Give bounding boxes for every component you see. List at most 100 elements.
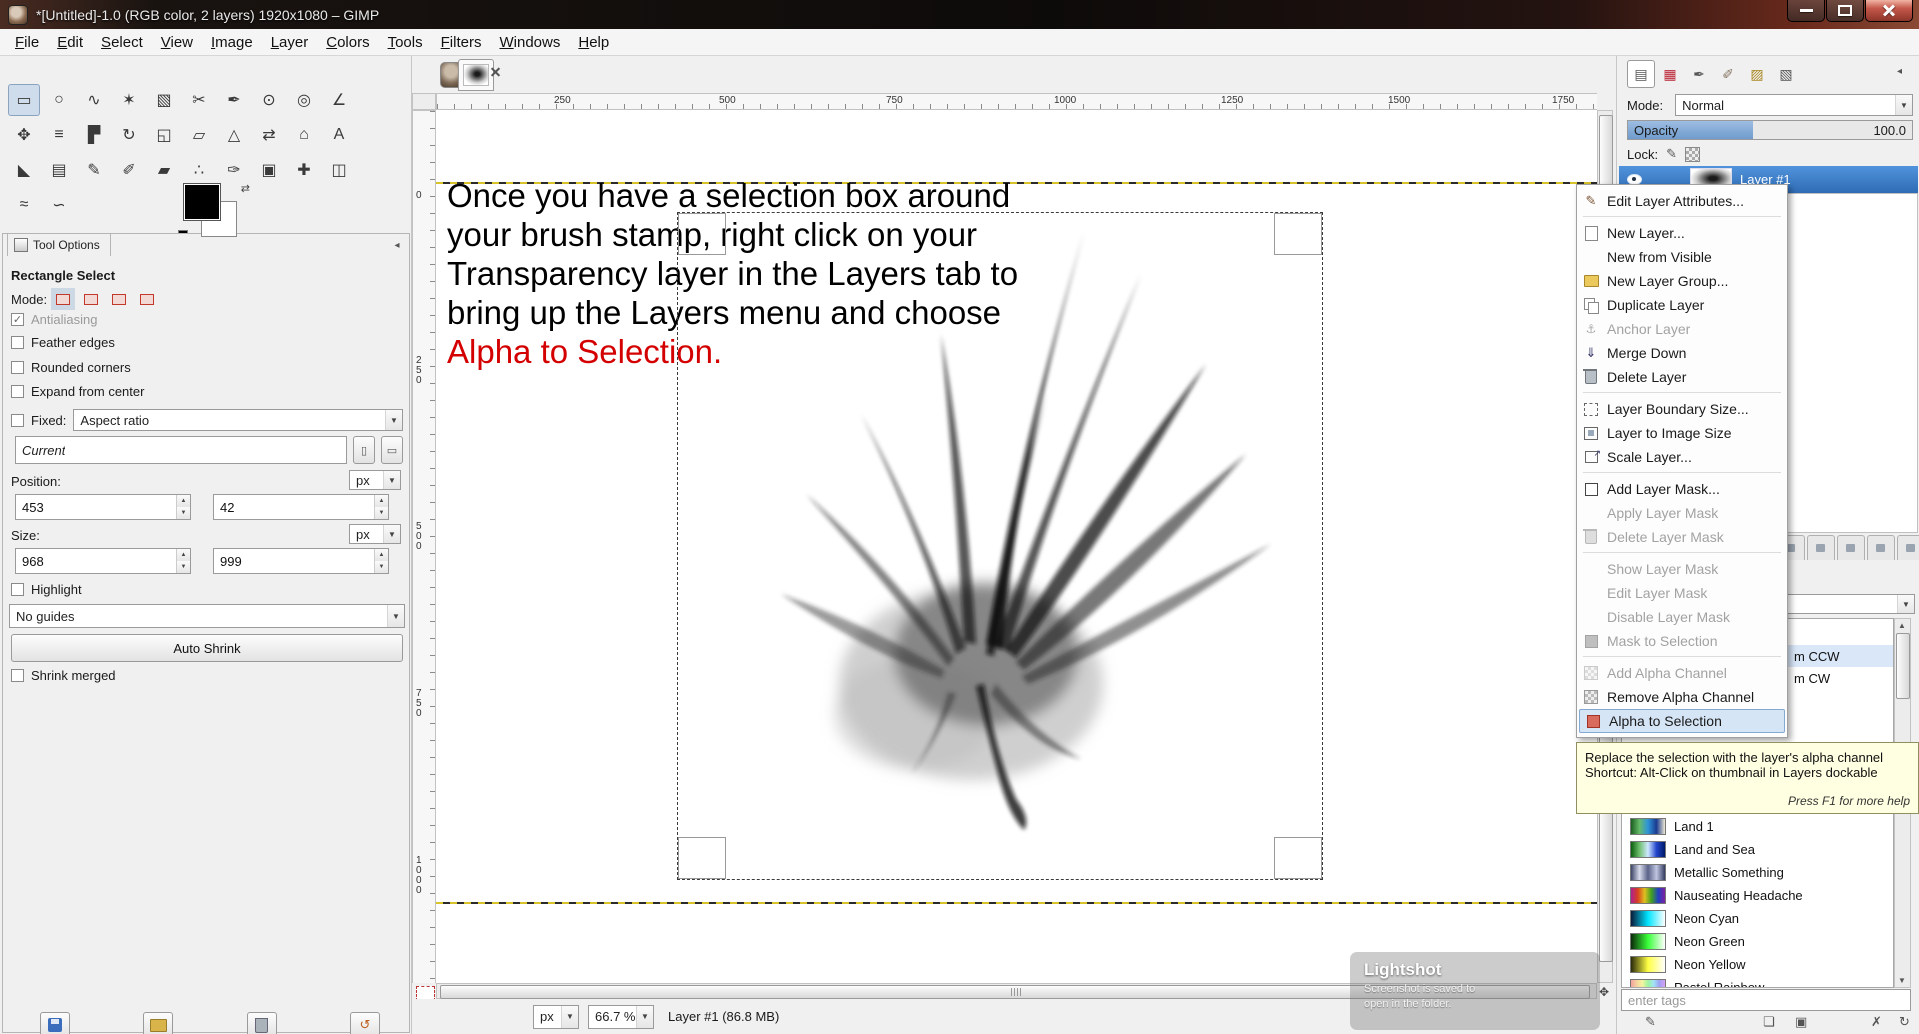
delete-gradient-icon[interactable]: ✗: [1871, 1014, 1882, 1030]
gradient-row[interactable]: Land and Sea: [1622, 838, 1893, 860]
menu-item-alpha-to-selection[interactable]: Alpha to Selection: [1579, 709, 1785, 733]
size-height-spinner[interactable]: 999 ▲ ▼: [213, 548, 389, 574]
highlight-checkbox[interactable]: [11, 583, 24, 596]
tool-cage-transform[interactable]: ⌂: [288, 119, 320, 151]
aspect-ratio-input[interactable]: Current: [15, 436, 347, 464]
menu-item-layer-boundary-size[interactable]: Layer Boundary Size...: [1577, 397, 1787, 421]
rounded-corners-checkbox[interactable]: [11, 361, 24, 374]
position-unit-dropdown[interactable]: px ▼: [349, 470, 401, 490]
spinner-arrows-icon[interactable]: ▲ ▼: [374, 495, 388, 519]
tool-paintbrush[interactable]: ✐: [113, 154, 145, 186]
feather-edges-checkbox[interactable]: [11, 336, 24, 349]
menubar-item[interactable]: Filters: [432, 31, 491, 54]
menubar-item[interactable]: File: [6, 31, 48, 54]
tab-channels[interactable]: ▦: [1656, 60, 1684, 88]
lock-pixels-icon[interactable]: ✎: [1666, 146, 1677, 162]
zoom-dropdown[interactable]: 66.7 % ▼: [588, 1004, 654, 1029]
selection-handle-top-left[interactable]: [678, 213, 726, 255]
gradient-row[interactable]: Neon Cyan: [1622, 907, 1893, 929]
tab-brushes[interactable]: ✐: [1714, 60, 1742, 88]
gradient-row[interactable]: Neon Yellow: [1622, 953, 1893, 975]
scrollbar-thumb[interactable]: [1896, 633, 1910, 699]
selection-box[interactable]: [677, 212, 1323, 880]
dock2-tab-icon[interactable]: [1867, 535, 1895, 560]
menubar-item[interactable]: Image: [202, 31, 262, 54]
menubar-item[interactable]: Select: [92, 31, 152, 54]
tool-text[interactable]: A: [323, 119, 355, 151]
minimize-button[interactable]: [1787, 0, 1825, 22]
menubar-item[interactable]: Edit: [48, 31, 92, 54]
tool-move[interactable]: ✥: [8, 119, 40, 151]
position-y-spinner[interactable]: 42 ▲ ▼: [213, 494, 389, 520]
canvas-viewport[interactable]: Once you have a selection box around you…: [436, 110, 1597, 983]
tool-shear[interactable]: ▱: [183, 119, 215, 151]
tool-zoom[interactable]: ◎: [288, 84, 320, 116]
antialiasing-checkbox[interactable]: ✓: [11, 313, 24, 326]
menubar-item[interactable]: Help: [569, 31, 618, 54]
menubar-item[interactable]: Windows: [490, 31, 569, 54]
gradient-row[interactable]: Pastel Rainbow: [1622, 976, 1893, 987]
lightshot-link[interactable]: open in the folder.: [1364, 998, 1586, 1010]
delete-tool-preset-button[interactable]: [246, 1012, 277, 1034]
dock-menu-arrow-icon[interactable]: ◂: [1897, 66, 1902, 77]
menu-item-edit-layer-attributes[interactable]: Edit Layer Attributes...: [1577, 189, 1787, 213]
fixed-type-dropdown[interactable]: Aspect ratio ▼: [73, 409, 403, 431]
restore-tool-preset-button[interactable]: [143, 1012, 174, 1034]
dock-menu-arrow-icon[interactable]: ◂: [389, 237, 405, 253]
expand-from-center-checkbox[interactable]: [11, 385, 24, 398]
opacity-slider[interactable]: Opacity 100.0: [1627, 120, 1913, 140]
new-gradient-icon[interactable]: ❏: [1763, 1014, 1775, 1030]
tab-patterns[interactable]: ▨: [1743, 60, 1771, 88]
tool-select-by-color[interactable]: ▧: [148, 84, 180, 116]
guides-dropdown[interactable]: No guides ▼: [9, 604, 405, 628]
size-unit-dropdown[interactable]: px ▼: [349, 524, 401, 544]
menu-item-remove-alpha-channel[interactable]: Remove Alpha Channel: [1577, 685, 1787, 709]
gradient-row[interactable]: Land 1: [1622, 815, 1893, 837]
lock-alpha-icon[interactable]: [1684, 146, 1700, 162]
swap-colors-icon[interactable]: ⇄: [241, 182, 250, 195]
refresh-gradients-icon[interactable]: ↻: [1899, 1014, 1910, 1030]
menubar-item[interactable]: Colors: [317, 31, 378, 54]
size-width-spinner[interactable]: 968 ▲ ▼: [15, 548, 191, 574]
selection-handle-top-right[interactable]: [1274, 213, 1322, 255]
restore-button[interactable]: [1826, 0, 1864, 22]
dock2-tab-icon[interactable]: [1837, 535, 1865, 560]
menu-item-new-layer[interactable]: New Layer...: [1577, 221, 1787, 245]
menu-item-add-layer-mask[interactable]: Add Layer Mask...: [1577, 477, 1787, 501]
shrink-merged-checkbox[interactable]: [11, 669, 24, 682]
duplicate-gradient-icon[interactable]: ▣: [1795, 1014, 1807, 1030]
tool-crop[interactable]: ▛: [78, 119, 110, 151]
auto-shrink-button[interactable]: Auto Shrink: [11, 634, 403, 662]
tool-blur-sharpen[interactable]: ≈: [8, 189, 40, 221]
menu-item-delete-layer[interactable]: Delete Layer: [1577, 365, 1787, 389]
menu-item-layer-to-image-size[interactable]: Layer to Image Size: [1577, 421, 1787, 445]
mode-add-button[interactable]: [79, 288, 103, 310]
gradient-row[interactable]: Neon Green: [1622, 930, 1893, 952]
menu-item-merge-down[interactable]: Merge Down: [1577, 341, 1787, 365]
selection-handle-bottom-left[interactable]: [678, 837, 726, 879]
tool-paths[interactable]: ✒: [218, 84, 250, 116]
layer-mode-dropdown[interactable]: Normal ▼: [1675, 94, 1913, 116]
menubar-item[interactable]: Tools: [379, 31, 432, 54]
tool-flip[interactable]: ⇄: [253, 119, 285, 151]
tool-perspective-clone[interactable]: ◫: [323, 154, 355, 186]
mode-replace-button[interactable]: [51, 288, 76, 310]
tool-measure[interactable]: ∠: [323, 84, 355, 116]
dock2-tab-icon[interactable]: [1807, 535, 1835, 560]
tool-eraser[interactable]: ▰: [148, 154, 180, 186]
scroll-down-icon[interactable]: ▼: [1898, 976, 1906, 985]
landscape-icon[interactable]: ▭: [381, 436, 403, 464]
position-x-spinner[interactable]: 453 ▲ ▼: [15, 494, 191, 520]
portrait-icon[interactable]: ▯: [353, 436, 375, 464]
navigation-icon[interactable]: ✥: [1599, 985, 1609, 999]
tool-align[interactable]: ≡: [43, 119, 75, 151]
tool-options-tab[interactable]: Tool Options: [7, 233, 111, 256]
fixed-checkbox[interactable]: [11, 413, 24, 427]
foreground-color-swatch[interactable]: [183, 183, 221, 221]
tool-fuzzy-select[interactable]: ✶: [113, 84, 145, 116]
titlebar[interactable]: *[Untitled]-1.0 (RGB color, 2 layers) 19…: [0, 0, 1919, 29]
tool-smudge[interactable]: ∽: [43, 189, 75, 221]
tool-color-picker[interactable]: ⊙: [253, 84, 285, 116]
save-tool-preset-button[interactable]: [40, 1012, 70, 1034]
tool-pencil[interactable]: ✎: [78, 154, 110, 186]
